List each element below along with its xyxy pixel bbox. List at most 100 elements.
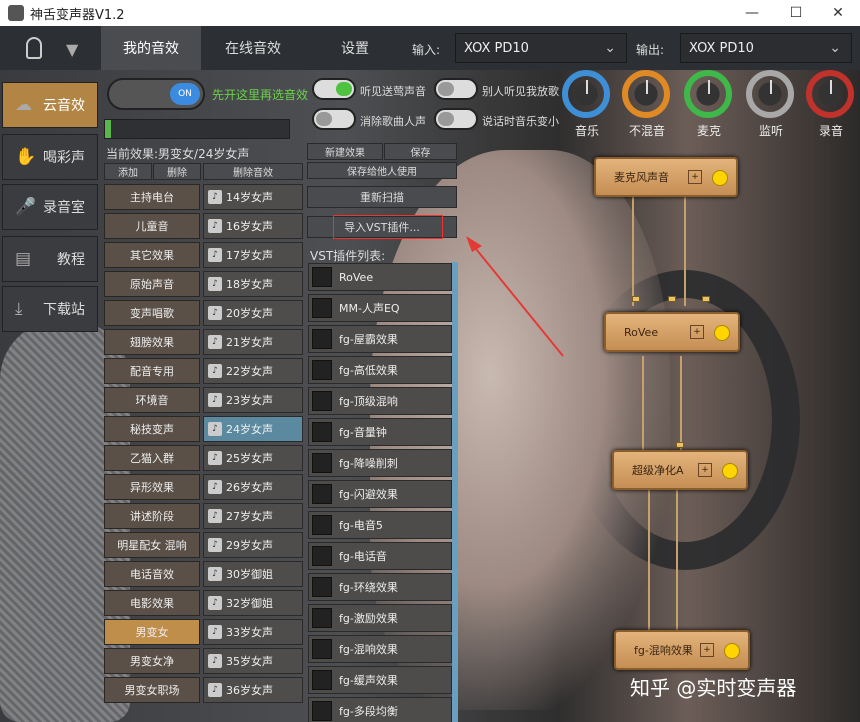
preset-item[interactable]: ♪ 30岁御姐: [203, 561, 303, 587]
input-device-select[interactable]: XOX PD10 ⌄: [455, 33, 627, 63]
chain-node-mic[interactable]: 麦克风声音 +: [594, 157, 738, 197]
toggle-remove-vocals[interactable]: [312, 108, 356, 130]
category-item[interactable]: 主持电台: [104, 184, 200, 210]
rescan-button[interactable]: 重新扫描: [307, 186, 457, 208]
output-device-select[interactable]: XOX PD10 ⌄: [680, 33, 852, 63]
tab-my-effects[interactable]: 我的音效: [101, 26, 201, 70]
category-item[interactable]: 环境音: [104, 387, 200, 413]
triangle-down-icon[interactable]: ▼: [66, 40, 78, 59]
vst-item[interactable]: fg-音量钟: [308, 418, 452, 446]
preset-item[interactable]: ♪ 25岁女声: [203, 445, 303, 471]
vst-item[interactable]: fg-闪避效果: [308, 480, 452, 508]
voice-changer-switch[interactable]: ON: [107, 78, 205, 110]
preset-item[interactable]: ♪ 20岁女声: [203, 300, 303, 326]
node-expand-icon[interactable]: +: [698, 463, 712, 477]
node-expand-icon[interactable]: +: [700, 643, 714, 657]
vst-item-label: fg-屋霸效果: [339, 333, 398, 346]
preset-item[interactable]: ♪ 18岁女声: [203, 271, 303, 297]
vst-item[interactable]: MM-人声EQ: [308, 294, 452, 322]
preset-icon: ♪: [208, 393, 222, 407]
category-item[interactable]: 男变女: [104, 619, 200, 645]
toggle-duck-music[interactable]: [434, 108, 478, 130]
vst-item[interactable]: RoVee: [308, 263, 452, 291]
tab-online-effects[interactable]: 在线音效: [201, 26, 305, 70]
chain-node-rovee[interactable]: RoVee +: [604, 312, 740, 352]
preset-item[interactable]: ♪ 16岁女声: [203, 213, 303, 239]
sidebar-item-download[interactable]: ⤓ 下载站: [2, 286, 98, 332]
category-item[interactable]: 翅膀效果: [104, 329, 200, 355]
vst-item[interactable]: fg-屋霸效果: [308, 325, 452, 353]
new-effect-button[interactable]: 新建效果: [307, 143, 383, 160]
vst-item[interactable]: fg-电音5: [308, 511, 452, 539]
minimize-button[interactable]: —: [732, 0, 772, 26]
plugin-icon: [312, 298, 332, 318]
category-item[interactable]: 其它效果: [104, 242, 200, 268]
sidebar-item-cheer[interactable]: ✋ 喝彩声: [2, 134, 98, 180]
maximize-button[interactable]: ☐: [776, 0, 816, 26]
vst-item-label: fg-电音5: [339, 519, 383, 532]
category-item[interactable]: 乙猫入群: [104, 445, 200, 471]
chain-node-purify[interactable]: 超级净化A +: [612, 450, 748, 490]
save-button[interactable]: 保存: [384, 143, 457, 160]
knob-record[interactable]: 录音: [806, 70, 856, 140]
category-item[interactable]: 男变女职场: [104, 677, 200, 703]
preset-label: 33岁女声: [226, 626, 273, 639]
preset-item[interactable]: ♪ 35岁女声: [203, 648, 303, 674]
preset-item[interactable]: ♪ 27岁女声: [203, 503, 303, 529]
vst-item[interactable]: fg-激励效果: [308, 604, 452, 632]
preset-item[interactable]: ♪ 33岁女声: [203, 619, 303, 645]
category-item[interactable]: 儿童音: [104, 213, 200, 239]
category-item[interactable]: 电影效果: [104, 590, 200, 616]
tab-settings[interactable]: 设置: [305, 26, 405, 70]
preset-item[interactable]: ♪ 21岁女声: [203, 329, 303, 355]
toggle-others-hear-music[interactable]: [434, 78, 478, 100]
knob-monitor[interactable]: 监听: [746, 70, 796, 140]
node-expand-icon[interactable]: +: [690, 325, 704, 339]
preset-item[interactable]: ♪ 36岁女声: [203, 677, 303, 703]
preset-item[interactable]: ♪ 23岁女声: [203, 387, 303, 413]
close-button[interactable]: ✕: [818, 0, 858, 26]
vst-item[interactable]: fg-多段均衡: [308, 697, 452, 722]
sidebar-item-studio[interactable]: 🎤 录音室: [2, 184, 98, 230]
category-item[interactable]: 讲述阶段: [104, 503, 200, 529]
save-share-button[interactable]: 保存给他人使用: [307, 162, 457, 179]
watermark: 知乎 @实时变声器: [630, 676, 797, 700]
input-label: 输入:: [412, 43, 441, 57]
pin-icon: [676, 442, 684, 448]
vst-item[interactable]: fg-降噪削刺: [308, 449, 452, 477]
category-item[interactable]: 明星配女 混响: [104, 532, 200, 558]
preset-item[interactable]: ♪ 22岁女声: [203, 358, 303, 384]
vst-scrollbar[interactable]: [452, 262, 458, 722]
category-item[interactable]: 配音专用: [104, 358, 200, 384]
vst-item[interactable]: fg-缓声效果: [308, 666, 452, 694]
chain-node-reverb[interactable]: fg-混响效果 +: [614, 630, 750, 670]
vst-item[interactable]: fg-环绕效果: [308, 573, 452, 601]
preset-item[interactable]: ♪ 32岁御姐: [203, 590, 303, 616]
knob-music[interactable]: 音乐: [562, 70, 612, 140]
preset-item[interactable]: ♪ 17岁女声: [203, 242, 303, 268]
preset-item[interactable]: ♪ 14岁女声: [203, 184, 303, 210]
vst-item[interactable]: fg-电话音: [308, 542, 452, 570]
sidebar-item-cloud[interactable]: ☁ 云音效: [2, 82, 98, 128]
knob-no-mix[interactable]: 不混音: [622, 70, 672, 140]
category-item[interactable]: 秘技变声: [104, 416, 200, 442]
preset-icon: ♪: [208, 248, 222, 262]
vst-item[interactable]: fg-顶级混响: [308, 387, 452, 415]
add-button[interactable]: 添加: [104, 163, 152, 180]
category-item[interactable]: 男变女净: [104, 648, 200, 674]
category-item[interactable]: 变声唱歌: [104, 300, 200, 326]
knob-mic[interactable]: 麦克: [684, 70, 734, 140]
category-item[interactable]: 原始声音: [104, 271, 200, 297]
preset-item[interactable]: ♪ 29岁女声: [203, 532, 303, 558]
category-item[interactable]: 异形效果: [104, 474, 200, 500]
sidebar-item-guide[interactable]: ▤ 教程: [2, 236, 98, 282]
toggle-hear-voice[interactable]: [312, 78, 356, 100]
vst-item[interactable]: fg-混响效果: [308, 635, 452, 663]
vst-item[interactable]: fg-高低效果: [308, 356, 452, 384]
delete-effect-button[interactable]: 删除音效: [203, 163, 303, 180]
preset-item[interactable]: ♪ 24岁女声: [203, 416, 303, 442]
delete-button[interactable]: 删除: [153, 163, 201, 180]
node-expand-icon[interactable]: +: [688, 170, 702, 184]
category-item[interactable]: 电话音效: [104, 561, 200, 587]
preset-item[interactable]: ♪ 26岁女声: [203, 474, 303, 500]
